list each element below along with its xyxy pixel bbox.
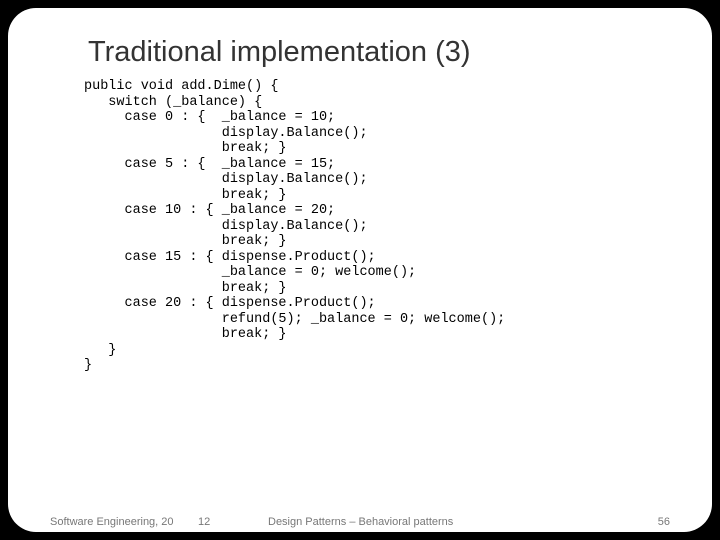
footer-course: Software Engineering, 20 (50, 516, 174, 528)
code-block: public void add.Dime() { switch (_balanc… (84, 79, 662, 374)
footer-num: 12 (198, 516, 210, 528)
slide-title: Traditional implementation (3) (88, 36, 662, 69)
footer-page: 56 (658, 516, 670, 528)
footer-topic: Design Patterns – Behavioral patterns (268, 516, 453, 528)
slide: Traditional implementation (3) public vo… (8, 8, 712, 532)
